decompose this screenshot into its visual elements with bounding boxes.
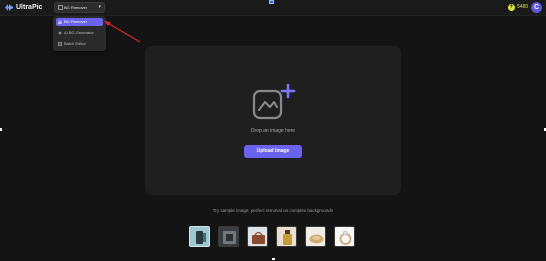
dropdown-item-label: AI BG Generator [64, 30, 94, 35]
perfume-icon [283, 230, 292, 245]
dropdown-item-batch-editor[interactable]: Batch Editor [56, 40, 103, 48]
brand-name: UltraPic [16, 4, 43, 11]
sample-thumb-phone[interactable] [189, 226, 210, 247]
sample-images-caption: Try sample image, perfect removal on com… [212, 208, 334, 213]
credit-amount: 5480 [517, 4, 529, 10]
edge-marker-bottom [272, 258, 275, 260]
device-icon [223, 231, 236, 244]
dropdown-item-ai-bg-generator[interactable]: AI BG Generator [56, 29, 103, 37]
sample-thumb-ring[interactable] [334, 226, 355, 247]
phone-icon [196, 231, 206, 244]
dropdown-item-label: Batch Editor [64, 41, 86, 46]
sample-thumb-device[interactable] [218, 226, 239, 247]
chevron-down-icon: ▾ [98, 4, 101, 10]
credit-coin-icon: + [508, 4, 515, 11]
ring-icon [339, 230, 352, 245]
upload-dropzone[interactable]: Drop an image here Upload Image [145, 46, 401, 195]
bread-icon [309, 234, 324, 244]
annotation-arrow-icon [104, 21, 141, 43]
sample-thumbnails [189, 226, 359, 248]
tool-select-label: BG Remover [64, 5, 88, 10]
dropdown-item-label: BG Remover [64, 19, 88, 24]
dropdown-item-bg-remover[interactable]: BG Remover [56, 18, 103, 26]
drop-image-hint: Drop an image here [250, 128, 296, 134]
bag-icon [252, 231, 265, 244]
user-avatar[interactable]: C [531, 2, 542, 13]
tool-dropdown-menu: BG Remover AI BG Generator Batch Editor [53, 16, 106, 51]
top-bar: UltraPic BG Remover ▾ + 5480 C [0, 0, 546, 16]
sample-thumb-bag[interactable] [247, 226, 268, 247]
tool-select-dropdown[interactable]: BG Remover ▾ [54, 2, 105, 13]
layers-icon [58, 42, 62, 46]
sample-thumb-perfume[interactable] [276, 226, 297, 247]
sparkle-icon [58, 31, 62, 35]
image-add-icon [252, 84, 296, 120]
edge-marker-left [0, 128, 2, 131]
scissors-icon [58, 20, 62, 24]
scissors-icon [58, 5, 63, 10]
ultrapic-logo-icon [5, 4, 13, 11]
sample-thumb-bread[interactable] [305, 226, 326, 247]
upload-image-button[interactable]: Upload Image [244, 145, 302, 158]
selection-handle[interactable] [269, 0, 274, 4]
